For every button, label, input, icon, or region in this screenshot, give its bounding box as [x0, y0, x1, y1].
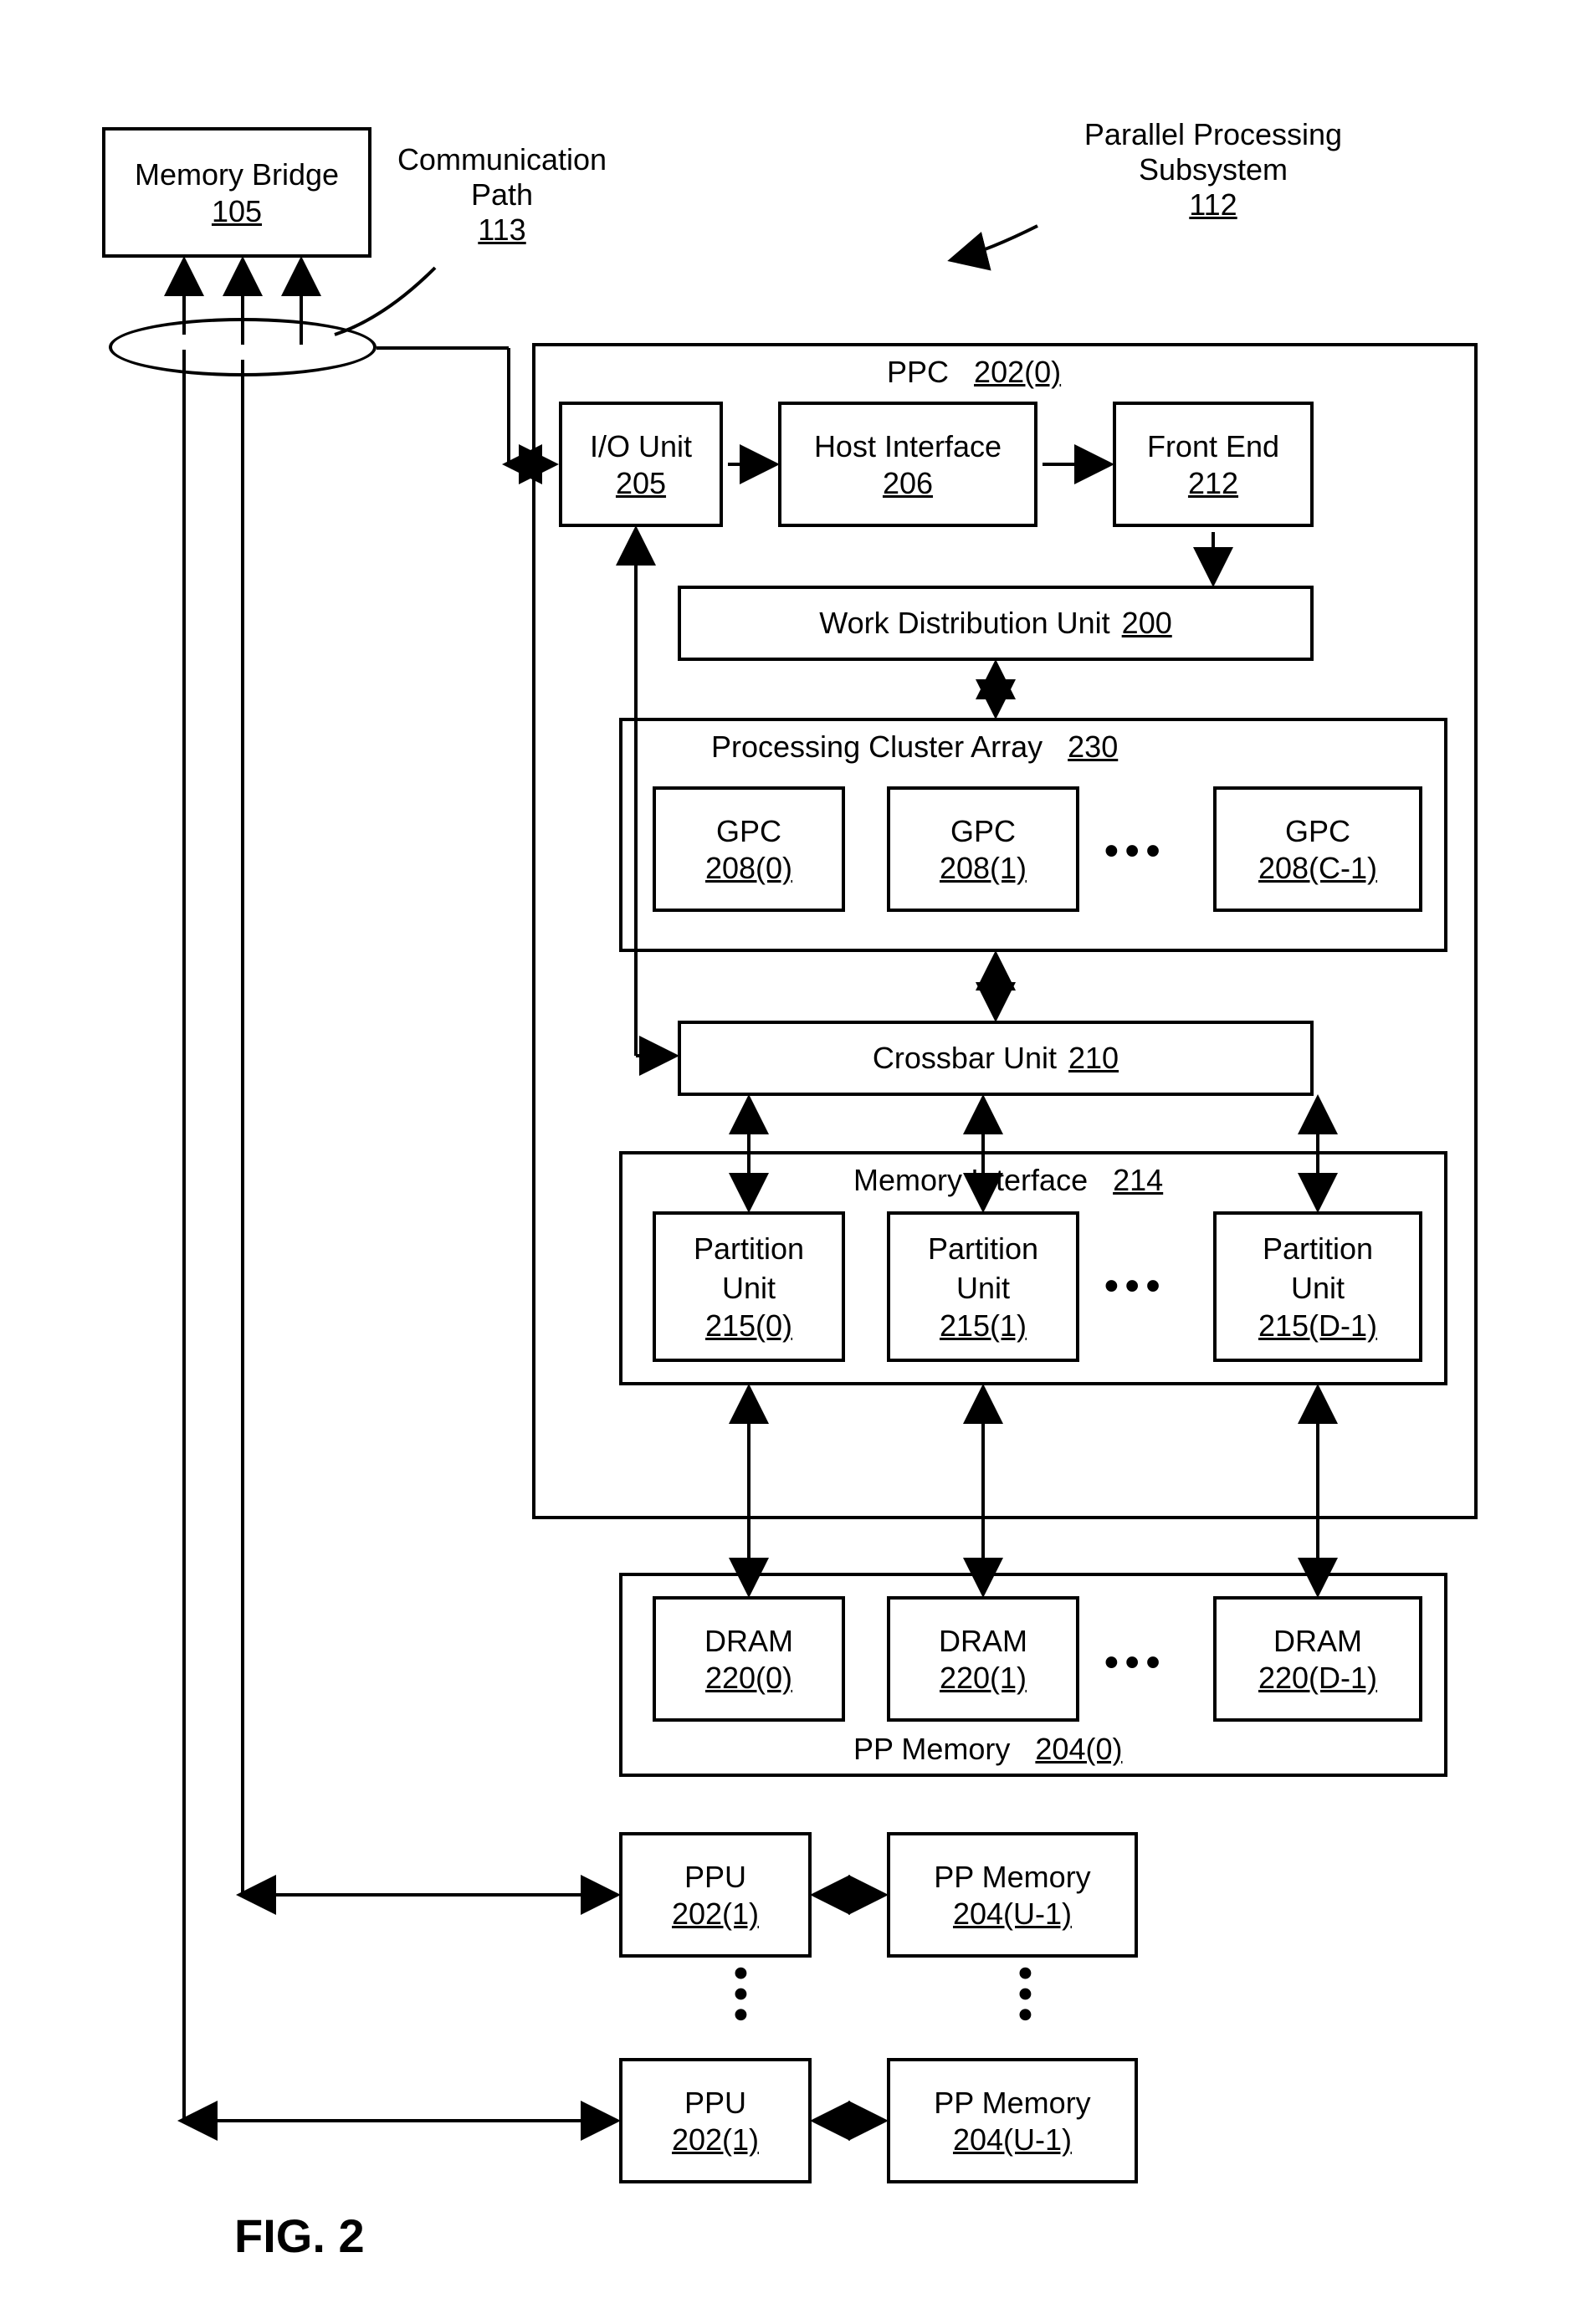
dram0-box: DRAM 220(0)	[653, 1596, 845, 1722]
gpcC-box: GPC 208(C-1)	[1213, 786, 1422, 912]
io-unit-box: I/O Unit 205	[559, 402, 723, 527]
ppu1-box: PPU 202(1)	[619, 1832, 812, 1958]
pp-mem1-box: PP Memory 204(U-1)	[887, 1832, 1138, 1958]
front-end-label: Front End	[1147, 427, 1279, 467]
pca-label-container: Processing Cluster Array 230	[711, 729, 1118, 765]
dramD-ref: 220(D-1)	[1258, 1661, 1377, 1696]
pp-subsystem-ref: 112	[1189, 187, 1237, 222]
ppc-label-container: PPC 202(0)	[887, 355, 1061, 390]
pp-mem2-label: PP Memory	[934, 2084, 1090, 2123]
part0-label: Partition Unit	[694, 1230, 804, 1308]
gpc1-ref: 208(1)	[940, 851, 1027, 886]
host-interface-ref: 206	[883, 466, 933, 501]
part-dots: •••	[1104, 1263, 1166, 1309]
part1-box: Partition Unit 215(1)	[887, 1211, 1079, 1362]
ppu2-label: PPU	[684, 2084, 746, 2123]
comm-path-label: Communication Path 113	[385, 142, 619, 248]
gpcC-label: GPC	[1285, 812, 1350, 852]
ppc-label: PPC	[887, 355, 949, 389]
part0-box: Partition Unit 215(0)	[653, 1211, 845, 1362]
pp-mem1-ref: 204(U-1)	[953, 1897, 1072, 1932]
pp-mem0-label-container: PP Memory 204(0)	[853, 1732, 1122, 1767]
figure-label: FIG. 2	[234, 2209, 365, 2263]
partD-ref: 215(D-1)	[1258, 1308, 1377, 1344]
work-dist-label: Work Distribution Unit	[819, 604, 1109, 643]
mem-iface-ref: 214	[1113, 1163, 1163, 1197]
dram0-label: DRAM	[704, 1622, 793, 1661]
partD-label: Partition Unit	[1263, 1230, 1373, 1308]
comm-path-ref: 113	[478, 212, 525, 247]
io-unit-label: I/O Unit	[590, 427, 692, 467]
comm-path-ellipse	[109, 318, 377, 376]
front_end-ref: 212	[1188, 466, 1238, 501]
ppu1-ref: 202(1)	[672, 1897, 759, 1932]
part1-ref: 215(1)	[940, 1308, 1027, 1344]
ppu2-box: PPU 202(1)	[619, 2058, 812, 2183]
gpcC-ref: 208(C-1)	[1258, 851, 1377, 886]
comm-path-label-text: Communication Path	[397, 142, 607, 212]
host-interface-box: Host Interface 206	[778, 402, 1037, 527]
dram1-label: DRAM	[939, 1622, 1027, 1661]
pp-mem1-label: PP Memory	[934, 1858, 1090, 1897]
work-dist-ref: 200	[1122, 606, 1172, 641]
pp-mem2-ref: 204(U-1)	[953, 2122, 1072, 2158]
dram-dots: •••	[1104, 1640, 1166, 1686]
host-interface-label: Host Interface	[814, 427, 1002, 467]
part0-ref: 215(0)	[705, 1308, 792, 1344]
ppu-dots1: •••	[718, 1966, 764, 2028]
gpc0-box: GPC 208(0)	[653, 786, 845, 912]
ppmem-dots1: •••	[1002, 1966, 1048, 2028]
mem-iface-label: Memory Interface	[853, 1163, 1088, 1198]
dramD-box: DRAM 220(D-1)	[1213, 1596, 1422, 1722]
ppu1-label: PPU	[684, 1858, 746, 1897]
pp-mem0-label: PP Memory	[853, 1732, 1010, 1766]
crossbar-ref: 210	[1068, 1041, 1119, 1076]
dram0-ref: 220(0)	[705, 1661, 792, 1696]
gpc0-ref: 208(0)	[705, 851, 792, 886]
pp-subsystem-label: Parallel Processing Subsystem 112	[1046, 117, 1381, 223]
gpc-dots: •••	[1104, 828, 1166, 874]
ppc-ref: 202(0)	[974, 355, 1061, 389]
dram1-box: DRAM 220(1)	[887, 1596, 1079, 1722]
crossbar-label: Crossbar Unit	[873, 1039, 1057, 1078]
memory-bridge-box: Memory Bridge 105	[102, 127, 371, 258]
front-end-box: Front End 212	[1113, 402, 1314, 527]
part1-label: Partition Unit	[928, 1230, 1038, 1308]
crossbar-box: Crossbar Unit 210	[678, 1021, 1314, 1096]
memory-bridge-label: Memory Bridge	[135, 156, 339, 195]
pp-mem0-ref: 204(0)	[1035, 1732, 1122, 1766]
work-dist-box: Work Distribution Unit 200	[678, 586, 1314, 661]
pca-label: Processing Cluster Array	[711, 729, 1043, 764]
io-unit-ref: 205	[616, 466, 666, 501]
pp-mem2-box: PP Memory 204(U-1)	[887, 2058, 1138, 2183]
partD-box: Partition Unit 215(D-1)	[1213, 1211, 1422, 1362]
gpc1-label: GPC	[950, 812, 1016, 852]
mem-iface-label-container: Memory Interface 214	[853, 1163, 1163, 1198]
ppu2-ref: 202(1)	[672, 2122, 759, 2158]
gpc0-label: GPC	[716, 812, 781, 852]
dramD-label: DRAM	[1273, 1622, 1362, 1661]
dram1-ref: 220(1)	[940, 1661, 1027, 1696]
pca-ref: 230	[1068, 729, 1118, 764]
memory-bridge-ref: 105	[212, 194, 262, 229]
gpc1-box: GPC 208(1)	[887, 786, 1079, 912]
pp-subsystem-label-text: Parallel Processing Subsystem	[1084, 117, 1342, 187]
